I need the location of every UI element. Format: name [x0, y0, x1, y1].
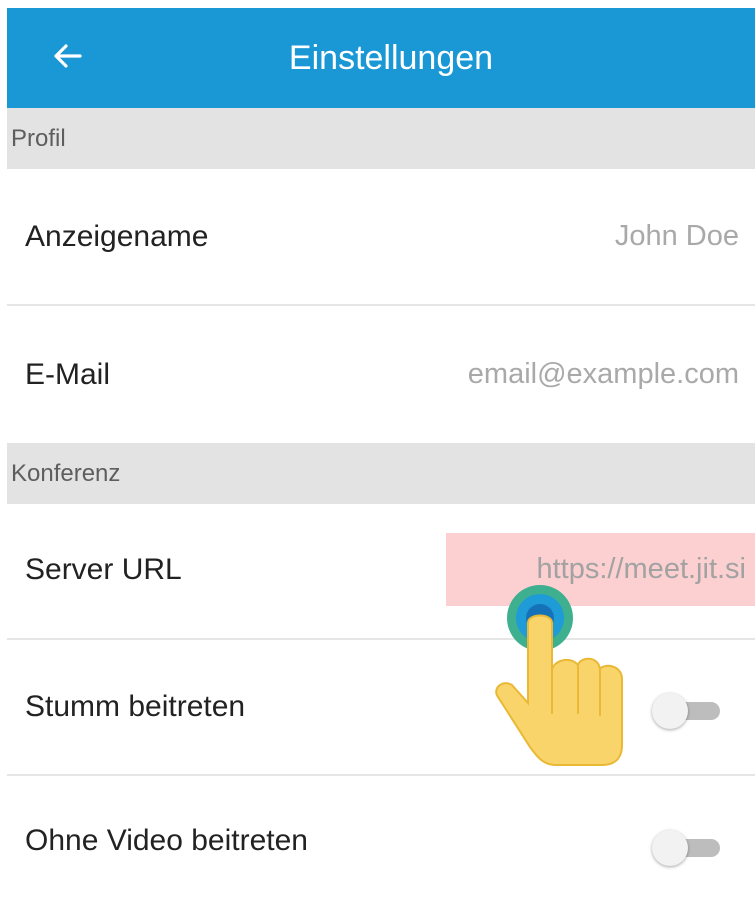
join-without-video-toggle[interactable]: [652, 830, 724, 866]
server-url-input[interactable]: https://meet.jit.si: [446, 533, 746, 606]
section-header-conference: Konferenz: [7, 443, 755, 504]
page-title: Einstellungen: [288, 39, 494, 77]
email-row[interactable]: E-Mail email@example.com: [7, 306, 755, 443]
display-name-label: Anzeigename: [25, 219, 209, 253]
email-label: E-Mail: [25, 357, 111, 391]
join-muted-toggle[interactable]: [652, 693, 724, 729]
app-bar: Einstellungen: [7, 8, 755, 108]
toggle-thumb: [652, 830, 688, 866]
display-name-input[interactable]: John Doe: [615, 169, 739, 304]
settings-screen: Einstellungen Profil Anzeigename John Do…: [7, 8, 755, 906]
join-without-video-label: Ohne Video beitreten: [25, 824, 308, 857]
server-url-label: Server URL: [25, 553, 182, 586]
join-muted-label: Stumm beitreten: [25, 690, 246, 723]
display-name-row[interactable]: Anzeigename John Doe: [7, 169, 755, 304]
join-muted-row: Stumm beitreten: [7, 640, 755, 774]
toggle-thumb: [652, 693, 688, 729]
join-without-video-row: Ohne Video beitreten: [7, 776, 755, 906]
email-input[interactable]: email@example.com: [468, 306, 739, 443]
section-header-profile: Profil: [7, 108, 755, 169]
